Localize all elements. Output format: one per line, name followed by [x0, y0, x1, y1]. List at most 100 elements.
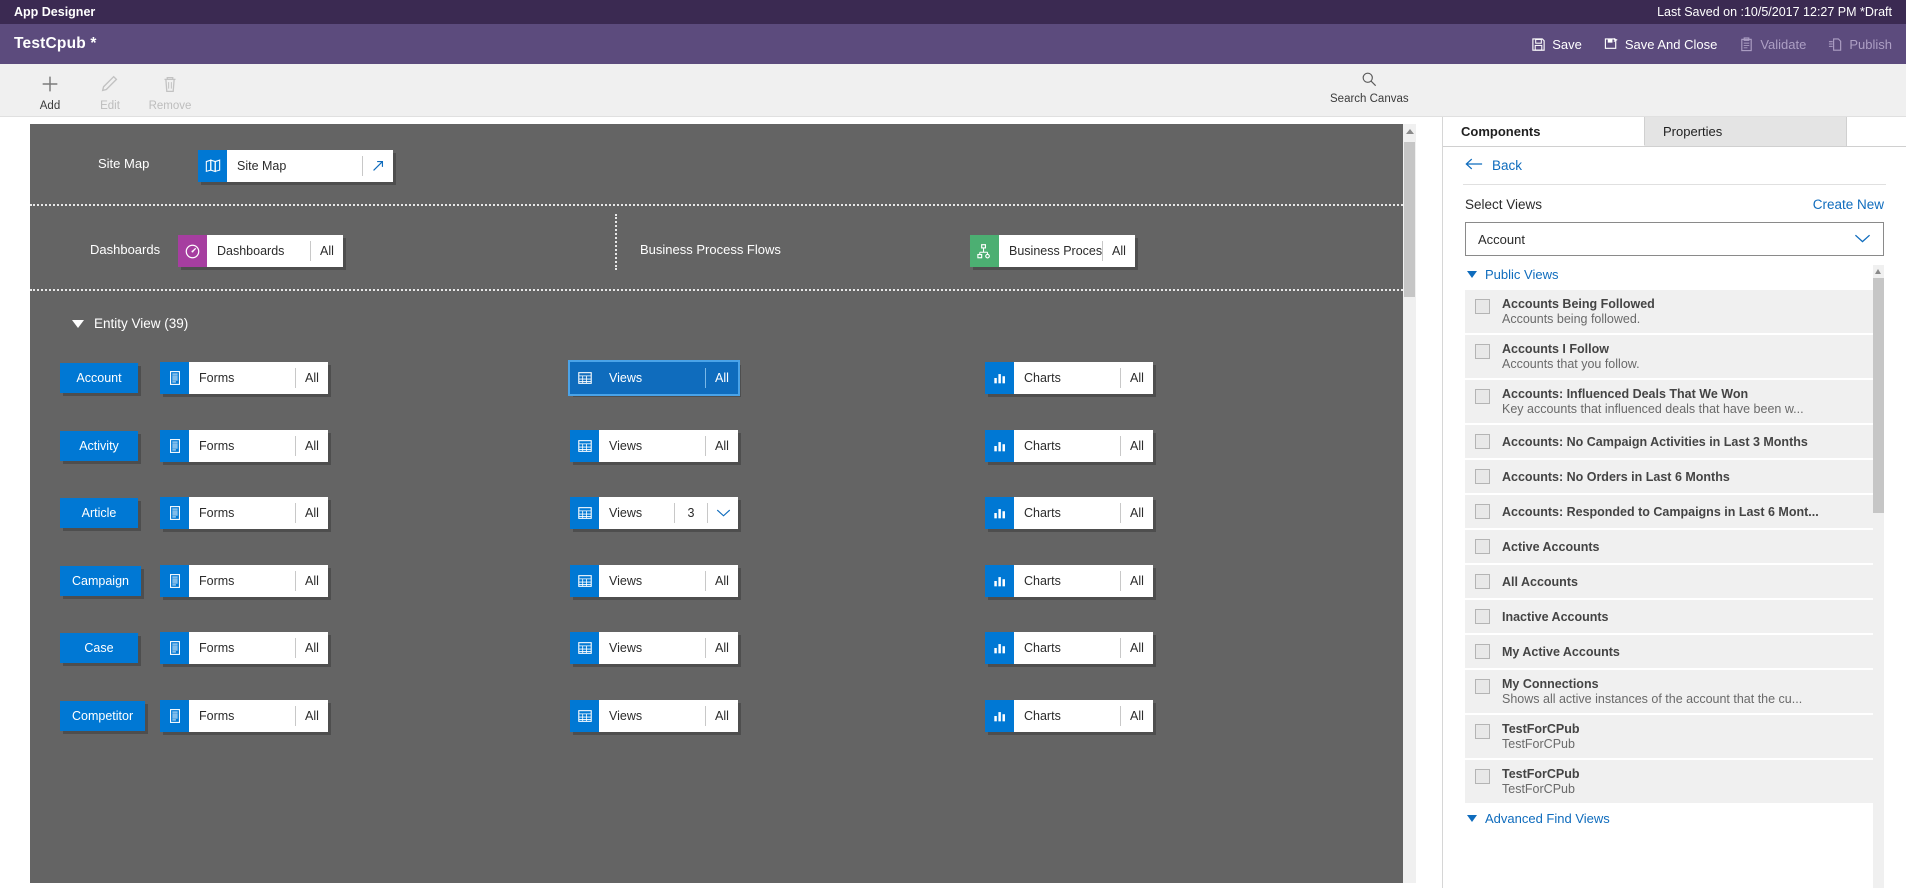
view-checkbox[interactable]: [1475, 434, 1490, 449]
charts-bar-icon: [985, 699, 1014, 732]
views-list-scrollbar[interactable]: [1873, 265, 1884, 888]
forms-tile-case[interactable]: Forms All: [160, 632, 328, 664]
views-tile-label: Views: [609, 506, 643, 520]
validate-button[interactable]: Validate: [1739, 37, 1806, 52]
bpf-tile[interactable]: Business Proces... All: [970, 235, 1135, 267]
view-list-item[interactable]: Accounts Being Followed Accounts being fo…: [1465, 290, 1873, 335]
view-list-item[interactable]: Accounts I Follow Accounts that you follo…: [1465, 335, 1873, 380]
edit-button[interactable]: Edit: [80, 69, 140, 112]
publish-icon: [1828, 37, 1843, 52]
view-checkbox[interactable]: [1475, 539, 1490, 554]
charts-tile-account[interactable]: Charts All: [985, 362, 1153, 394]
save-button[interactable]: Save: [1531, 37, 1582, 52]
forms-tile-label: Forms: [199, 641, 235, 655]
entity-pill-competitor[interactable]: Competitor: [60, 700, 146, 731]
view-list-item[interactable]: Inactive Accounts: [1465, 600, 1873, 635]
view-items-container: Accounts Being Followed Accounts being fo…: [1465, 290, 1873, 805]
view-item-name: Accounts Being Followed: [1502, 297, 1655, 311]
view-checkbox[interactable]: [1475, 504, 1490, 519]
views-tile-competitor[interactable]: Views All: [570, 699, 738, 732]
group-advanced-find-views-toggle[interactable]: Advanced Find Views: [1465, 805, 1873, 834]
charts-tile-activity[interactable]: Charts All: [985, 429, 1153, 462]
add-button[interactable]: Add: [20, 69, 80, 112]
title-bar: App Designer Last Saved on :10/5/2017 12…: [0, 0, 1906, 24]
views-tile-activity[interactable]: Views All: [570, 429, 738, 462]
views-tile-account[interactable]: Views All: [568, 360, 740, 396]
tab-components[interactable]: Components: [1443, 117, 1645, 146]
views-tile-case[interactable]: Views All: [570, 632, 738, 664]
view-item-name: TestForCPub: [1502, 722, 1580, 736]
publish-button[interactable]: Publish: [1828, 37, 1892, 52]
forms-icon: [160, 362, 189, 394]
view-list-item[interactable]: Accounts: No Campaign Activities in Last…: [1465, 425, 1873, 460]
views-tile-article[interactable]: Views 3: [570, 497, 738, 529]
back-button[interactable]: Back: [1443, 147, 1906, 184]
view-checkbox[interactable]: [1475, 724, 1490, 739]
sitemap-open-arrow-icon[interactable]: [362, 156, 393, 176]
scroll-up-icon[interactable]: [1406, 129, 1414, 134]
scroll-up-icon[interactable]: [1875, 269, 1881, 274]
entity-view-section-toggle[interactable]: Entity View (39): [72, 316, 188, 331]
view-list-item[interactable]: Active Accounts: [1465, 530, 1873, 565]
view-checkbox[interactable]: [1475, 299, 1490, 314]
view-checkbox[interactable]: [1475, 469, 1490, 484]
canvas-scrollbar[interactable]: [1403, 124, 1416, 883]
panel-tab-strip: Components Properties: [1443, 117, 1906, 147]
view-list-item[interactable]: All Accounts: [1465, 565, 1873, 600]
group-public-views-toggle[interactable]: Public Views: [1465, 265, 1873, 290]
view-item-name: My Active Accounts: [1502, 644, 1620, 659]
view-checkbox[interactable]: [1475, 609, 1490, 624]
entity-pill-article[interactable]: Article: [60, 498, 138, 528]
charts-tile-competitor[interactable]: Charts All: [985, 699, 1153, 732]
entity-pill-campaign[interactable]: Campaign: [60, 565, 141, 596]
views-tile-chevron-down-icon[interactable]: [707, 503, 738, 523]
view-list-item[interactable]: My Active Accounts: [1465, 635, 1873, 670]
view-list-item[interactable]: Accounts: Responded to Campaigns in Last…: [1465, 495, 1873, 530]
tab-properties-label: Properties: [1663, 124, 1723, 139]
forms-tile-article[interactable]: Forms All: [160, 497, 328, 529]
view-list-item[interactable]: TestForCPub TestForCPub: [1465, 715, 1873, 760]
view-list-item[interactable]: TestForCPub TestForCPub: [1465, 760, 1873, 805]
view-list-item[interactable]: Accounts: Influenced Deals That We Won Ke…: [1465, 380, 1873, 425]
view-item-texts: TestForCPub TestForCPub: [1502, 722, 1865, 751]
view-item-name: TestForCPub: [1502, 767, 1580, 781]
bpf-tile-count: All: [1102, 241, 1135, 261]
views-tile-count: All: [705, 705, 738, 726]
forms-tile-competitor[interactable]: Forms All: [160, 699, 328, 732]
remove-button[interactable]: Remove: [140, 69, 200, 112]
dashboards-tile[interactable]: Dashboards All: [178, 235, 343, 267]
view-list-item[interactable]: Accounts: No Orders in Last 6 Months: [1465, 460, 1873, 495]
entity-select[interactable]: Account: [1465, 222, 1884, 256]
search-canvas-button[interactable]: Search Canvas: [1330, 69, 1409, 105]
entity-pill-account[interactable]: Account: [60, 363, 138, 393]
charts-tile-count: All: [1120, 503, 1153, 523]
charts-tile-case[interactable]: Charts All: [985, 632, 1153, 664]
ribbon-button-group: Add Edit Remove: [0, 69, 200, 112]
save-and-close-button[interactable]: Save And Close: [1604, 37, 1717, 52]
tab-properties[interactable]: Properties: [1645, 117, 1847, 146]
views-tile-campaign[interactable]: Views All: [570, 564, 738, 597]
charts-tile-campaign[interactable]: Charts All: [985, 564, 1153, 597]
view-list-item[interactable]: My Connections Shows all active instances…: [1465, 670, 1873, 715]
forms-tile-label: Forms: [199, 371, 235, 385]
charts-tile-article[interactable]: Charts All: [985, 497, 1153, 529]
entity-pill-case[interactable]: Case: [60, 633, 138, 663]
view-checkbox[interactable]: [1475, 574, 1490, 589]
view-checkbox[interactable]: [1475, 344, 1490, 359]
entity-pill-activity[interactable]: Activity: [60, 430, 138, 461]
canvas-container: Site Map Site Map Dashboards Dashboards …: [0, 117, 1442, 888]
views-scrollbar-thumb[interactable]: [1873, 278, 1884, 513]
view-item-description: Accounts that you follow.: [1502, 357, 1640, 371]
forms-tile-account[interactable]: Forms All: [160, 362, 328, 394]
views-tile-count: All: [705, 638, 738, 658]
canvas-scrollbar-thumb[interactable]: [1404, 142, 1415, 297]
create-new-link[interactable]: Create New: [1813, 197, 1884, 212]
forms-tile-activity[interactable]: Forms All: [160, 429, 328, 462]
view-checkbox[interactable]: [1475, 389, 1490, 404]
view-checkbox[interactable]: [1475, 679, 1490, 694]
app-canvas: Site Map Site Map Dashboards Dashboards …: [30, 124, 1416, 883]
view-checkbox[interactable]: [1475, 644, 1490, 659]
forms-tile-campaign[interactable]: Forms All: [160, 564, 328, 597]
sitemap-tile[interactable]: Site Map: [198, 150, 393, 182]
view-checkbox[interactable]: [1475, 769, 1490, 784]
